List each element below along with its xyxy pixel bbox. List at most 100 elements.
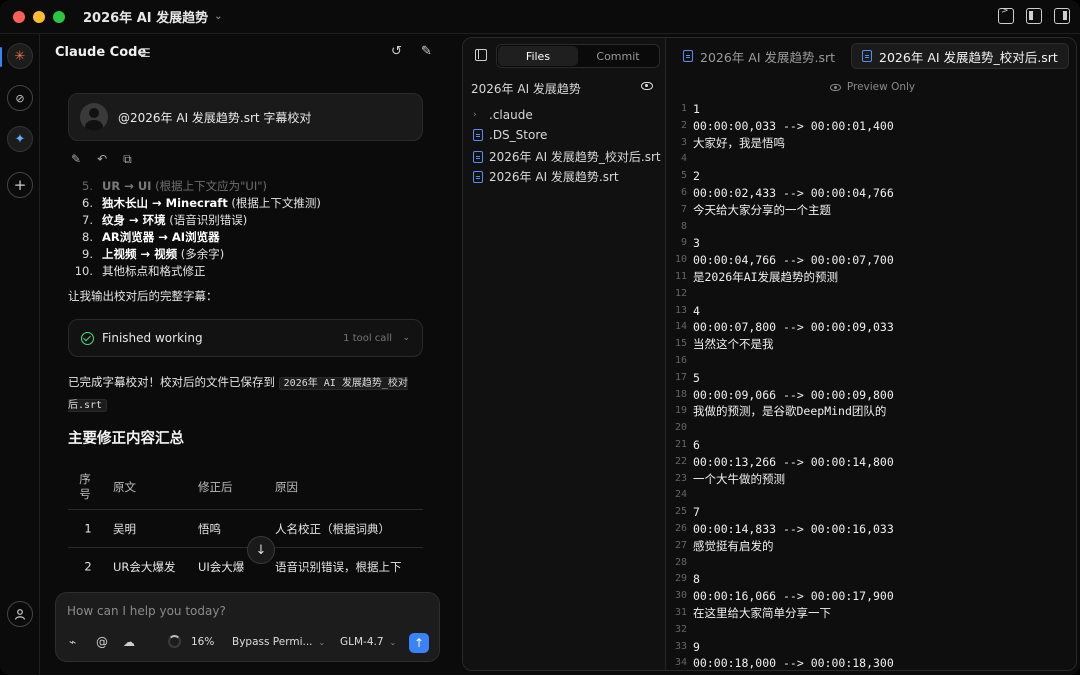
files-panel: Files Commit 2026年 AI 发展趋势 › .claude .DS… (462, 37, 1077, 671)
right-panel-toggle-icon[interactable] (1054, 8, 1070, 24)
history-icon[interactable]: ↺ (391, 44, 402, 59)
tab-commit[interactable]: Commit (578, 46, 658, 66)
line-text: 4 (693, 303, 700, 318)
tool-status-label: Finished working (102, 331, 203, 345)
sidebar-toggle-icon[interactable] (475, 49, 487, 61)
minimize-window-button[interactable] (33, 10, 45, 23)
code-line: 17 5 (667, 370, 1076, 387)
chevron-down-icon: ⌄ (389, 638, 397, 647)
attach-icon[interactable]: ⌁ (69, 635, 76, 649)
line-number: 3 (680, 136, 687, 148)
line-text: 6 (693, 437, 700, 452)
task-list-icon[interactable]: ☰ (140, 46, 151, 60)
line-text: 我做的预测，是谷歌DeepMind团队的 (693, 404, 887, 419)
header-reason: 原因 (275, 479, 298, 494)
file-icon (473, 129, 483, 141)
line-text: 感觉挺有启发的 (693, 538, 774, 553)
mention-icon[interactable]: @ (96, 635, 108, 649)
tab-original-srt[interactable]: 2026年 AI 发展趋势.srt (673, 43, 845, 69)
scroll-to-bottom-button[interactable]: ↓ (247, 536, 275, 564)
table-row: 1 吴明 悟鸣 人名校正（根据词典） (68, 510, 423, 548)
claude-logo-icon[interactable]: ✳ (7, 43, 33, 69)
line-text: 00:00:09,066 --> 00:00:09,800 (693, 387, 894, 402)
copy-icon[interactable]: ⧉ (123, 152, 132, 167)
compass-icon[interactable]: ⊘ (7, 85, 33, 111)
line-number: 19 (674, 405, 687, 417)
line-text: 00:00:00,033 --> 00:00:01,400 (693, 118, 894, 133)
new-chat-icon[interactable]: ✎ (421, 44, 432, 59)
avatar (80, 103, 108, 131)
line-text: 当然这个不是我 (693, 337, 774, 352)
tree-item-ds-store[interactable]: .DS_Store (473, 128, 547, 142)
code-line: 22 00:00:13,266 --> 00:00:14,800 (667, 454, 1076, 471)
line-number: 27 (674, 539, 687, 551)
file-tree: Files Commit 2026年 AI 发展趋势 › .claude .DS… (463, 38, 666, 670)
context-usage-icon (168, 635, 181, 648)
tree-item-corrected-srt[interactable]: 2026年 AI 发展趋势_校对后.srt (473, 148, 661, 165)
line-number: 8 (680, 220, 687, 232)
line-number: 13 (674, 304, 687, 316)
line-number: 23 (674, 472, 687, 484)
model-select[interactable]: GLM-4.7 ⌄ (340, 636, 396, 648)
add-icon[interactable]: + (7, 172, 33, 198)
line-number: 22 (674, 455, 687, 467)
tree-root-folder[interactable]: 2026年 AI 发展趋势 (471, 80, 581, 97)
code-line: 2 00:00:00,033 --> 00:00:01,400 (667, 118, 1076, 135)
tab-files[interactable]: Files (498, 46, 578, 66)
send-button[interactable]: ↑ (409, 633, 429, 653)
chat-header: Claude Code ☰ ↺ ✎ (41, 34, 459, 72)
permission-mode-select[interactable]: Bypass Permi... ⌄ (232, 636, 325, 648)
eye-icon (829, 83, 841, 91)
line-text: 大家好，我是悟鸣 (693, 135, 785, 150)
line-number: 25 (674, 506, 687, 518)
tool-call-summary[interactable]: Finished working 1 tool call ⌄ (68, 319, 423, 357)
assistant-result-text: 已完成字幕校对！校对后的文件已保存到 2026年 AI 发展趋势_校对后.srt (68, 375, 408, 412)
table-row: 2 UR会大爆发 UI会大爆 语音识别错误，根据上下 (84, 559, 402, 575)
prompt-input-box[interactable]: How can I help you today? ⌁ @ ☁ 16% Bypa… (55, 592, 440, 662)
undo-icon[interactable]: ↶ (97, 152, 107, 167)
line-number: 6 (680, 186, 687, 198)
maximize-window-button[interactable] (53, 10, 65, 23)
close-window-button[interactable] (13, 10, 25, 23)
tab-corrected-srt[interactable]: 2026年 AI 发展趋势_校对后.srt (851, 43, 1069, 69)
line-text: 2 (693, 169, 700, 184)
line-text: 00:00:02,433 --> 00:00:04,766 (693, 185, 894, 200)
chevron-right-icon: › (473, 110, 477, 120)
line-text: 9 (693, 639, 700, 654)
app-window: 2026年 AI 发展趋势 ⌄ ✳ ⊘ ✦ + Claude Code ☰ ↺ … (0, 0, 1080, 675)
code-line: 14 00:00:07,800 --> 00:00:09,033 (667, 319, 1076, 336)
code-line: 16 (667, 353, 1076, 370)
file-icon (862, 50, 873, 62)
line-text: 今天给大家分享的一个主题 (693, 202, 831, 217)
edit-icon[interactable]: ✎ (71, 152, 81, 167)
gemini-sparkle-icon[interactable]: ✦ (7, 126, 33, 152)
code-line: 26 00:00:14,833 --> 00:00:16,033 (667, 521, 1076, 538)
project-switcher[interactable]: 2026年 AI 发展趋势 ⌄ (83, 7, 223, 26)
terminal-icon[interactable] (998, 6, 1014, 24)
line-number: 32 (674, 623, 687, 635)
palette-icon[interactable]: ☁ (123, 635, 135, 649)
header-corrected: 修正后 (198, 479, 233, 494)
chat-panel: Claude Code ☰ ↺ ✎ @2026年 AI 发展趋势.srt 字幕校… (41, 34, 459, 675)
eye-icon[interactable] (641, 82, 653, 90)
code-line: 33 9 (667, 639, 1076, 656)
line-number: 26 (674, 522, 687, 534)
prompt-input[interactable]: How can I help you today? (67, 604, 226, 618)
line-number: 9 (680, 237, 687, 249)
tree-item-original-srt[interactable]: 2026年 AI 发展趋势.srt (473, 168, 619, 185)
code-line: 6 00:00:02,433 --> 00:00:04,766 (667, 185, 1076, 202)
line-text: 在这里给大家简单分享一下 (693, 605, 831, 620)
line-text: 8 (693, 572, 700, 587)
user-profile-icon[interactable] (7, 601, 33, 627)
line-number: 16 (674, 354, 687, 366)
tree-item-claude[interactable]: › .claude (473, 108, 533, 122)
code-line: 15 当然这个不是我 (667, 336, 1076, 353)
line-number: 10 (674, 254, 687, 266)
file-content[interactable]: 1 1 2 00:00:00,033 --> 00:00:01,400 3 大家好，我是悟… (667, 101, 1076, 670)
line-number: 34 (674, 657, 687, 669)
left-panel-toggle-icon[interactable] (1026, 8, 1042, 24)
list-item: 10. 其他标点和格式修正 (74, 264, 206, 278)
message-actions: ✎ ↶ ⧉ (71, 152, 132, 167)
list-item: 9. 上视频 → 视频 (多余字) (82, 247, 225, 261)
chevron-down-icon: ⌄ (214, 11, 223, 22)
